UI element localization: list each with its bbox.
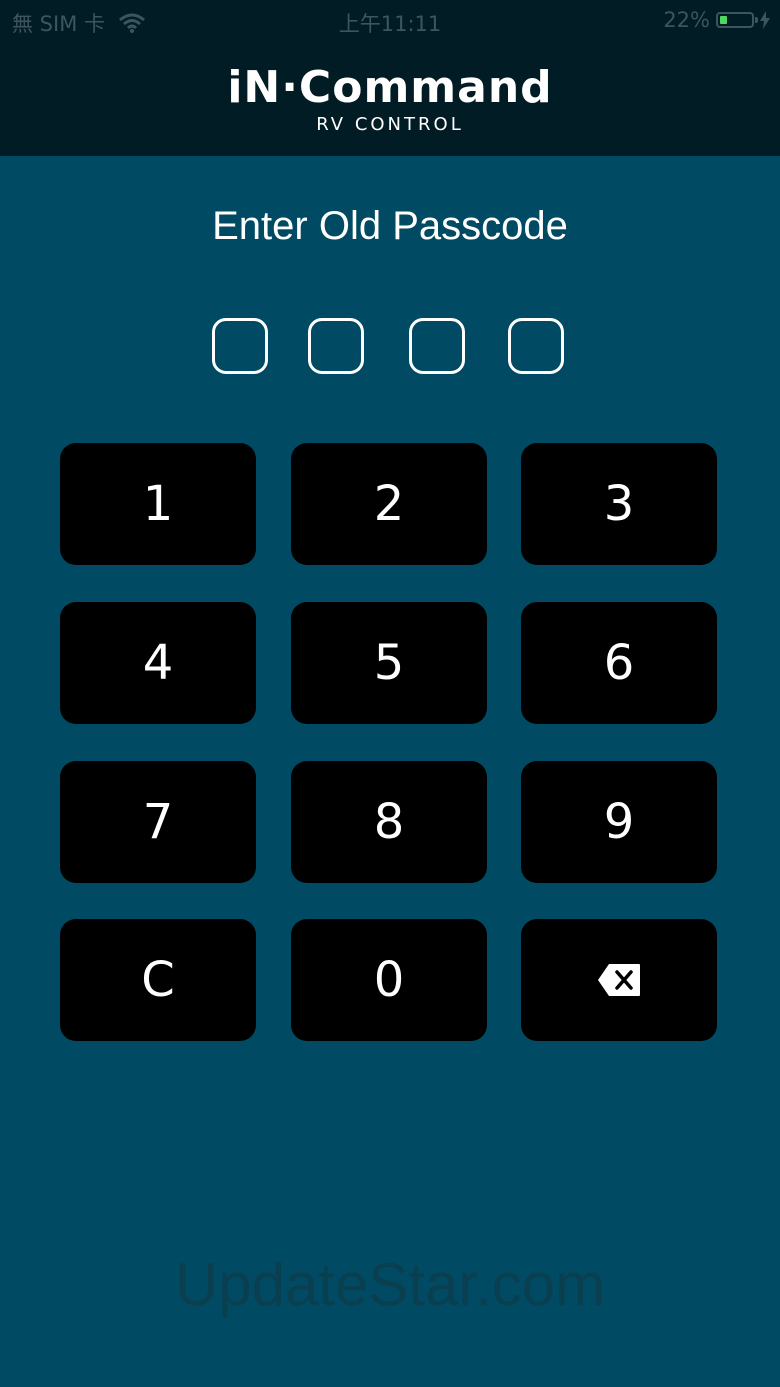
passcode-box-1 [212,318,268,374]
charging-bolt-icon [760,11,770,29]
key-5[interactable]: 5 [291,602,487,724]
key-8[interactable]: 8 [291,761,487,883]
passcode-screen: 無 SIM 卡 上午11:11 22% iN·Command RV CONTRO… [0,0,780,1387]
key-7[interactable]: 7 [60,761,256,883]
passcode-boxes [0,318,780,374]
passcode-box-4 [508,318,564,374]
battery-icon [716,12,758,28]
key-3[interactable]: 3 [521,443,717,565]
updatestar-watermark: UpdateStar.com [174,1251,606,1318]
key-1[interactable]: 1 [60,443,256,565]
key-2[interactable]: 2 [291,443,487,565]
passcode-box-2 [308,318,364,374]
logo-sub-text: RV CONTROL [316,114,464,135]
key-clear[interactable]: C [60,919,256,1041]
battery-percent: 22% [663,8,710,32]
key-9[interactable]: 9 [521,761,717,883]
backspace-icon [598,964,640,996]
battery-fill [720,16,727,24]
passcode-box-3 [409,318,465,374]
app-header: iN·Command RV CONTROL [0,40,780,156]
key-backspace[interactable] [521,919,717,1041]
status-right: 22% [663,8,770,32]
key-0[interactable]: 0 [291,919,487,1041]
key-6[interactable]: 6 [521,602,717,724]
passcode-prompt: Enter Old Passcode [212,204,568,248]
status-bar: 無 SIM 卡 上午11:11 22% [0,0,780,40]
logo-main-text: iN·Command [227,62,553,113]
key-4[interactable]: 4 [60,602,256,724]
in-command-logo: iN·Command RV CONTROL [0,62,780,134]
battery-cap [755,17,758,23]
